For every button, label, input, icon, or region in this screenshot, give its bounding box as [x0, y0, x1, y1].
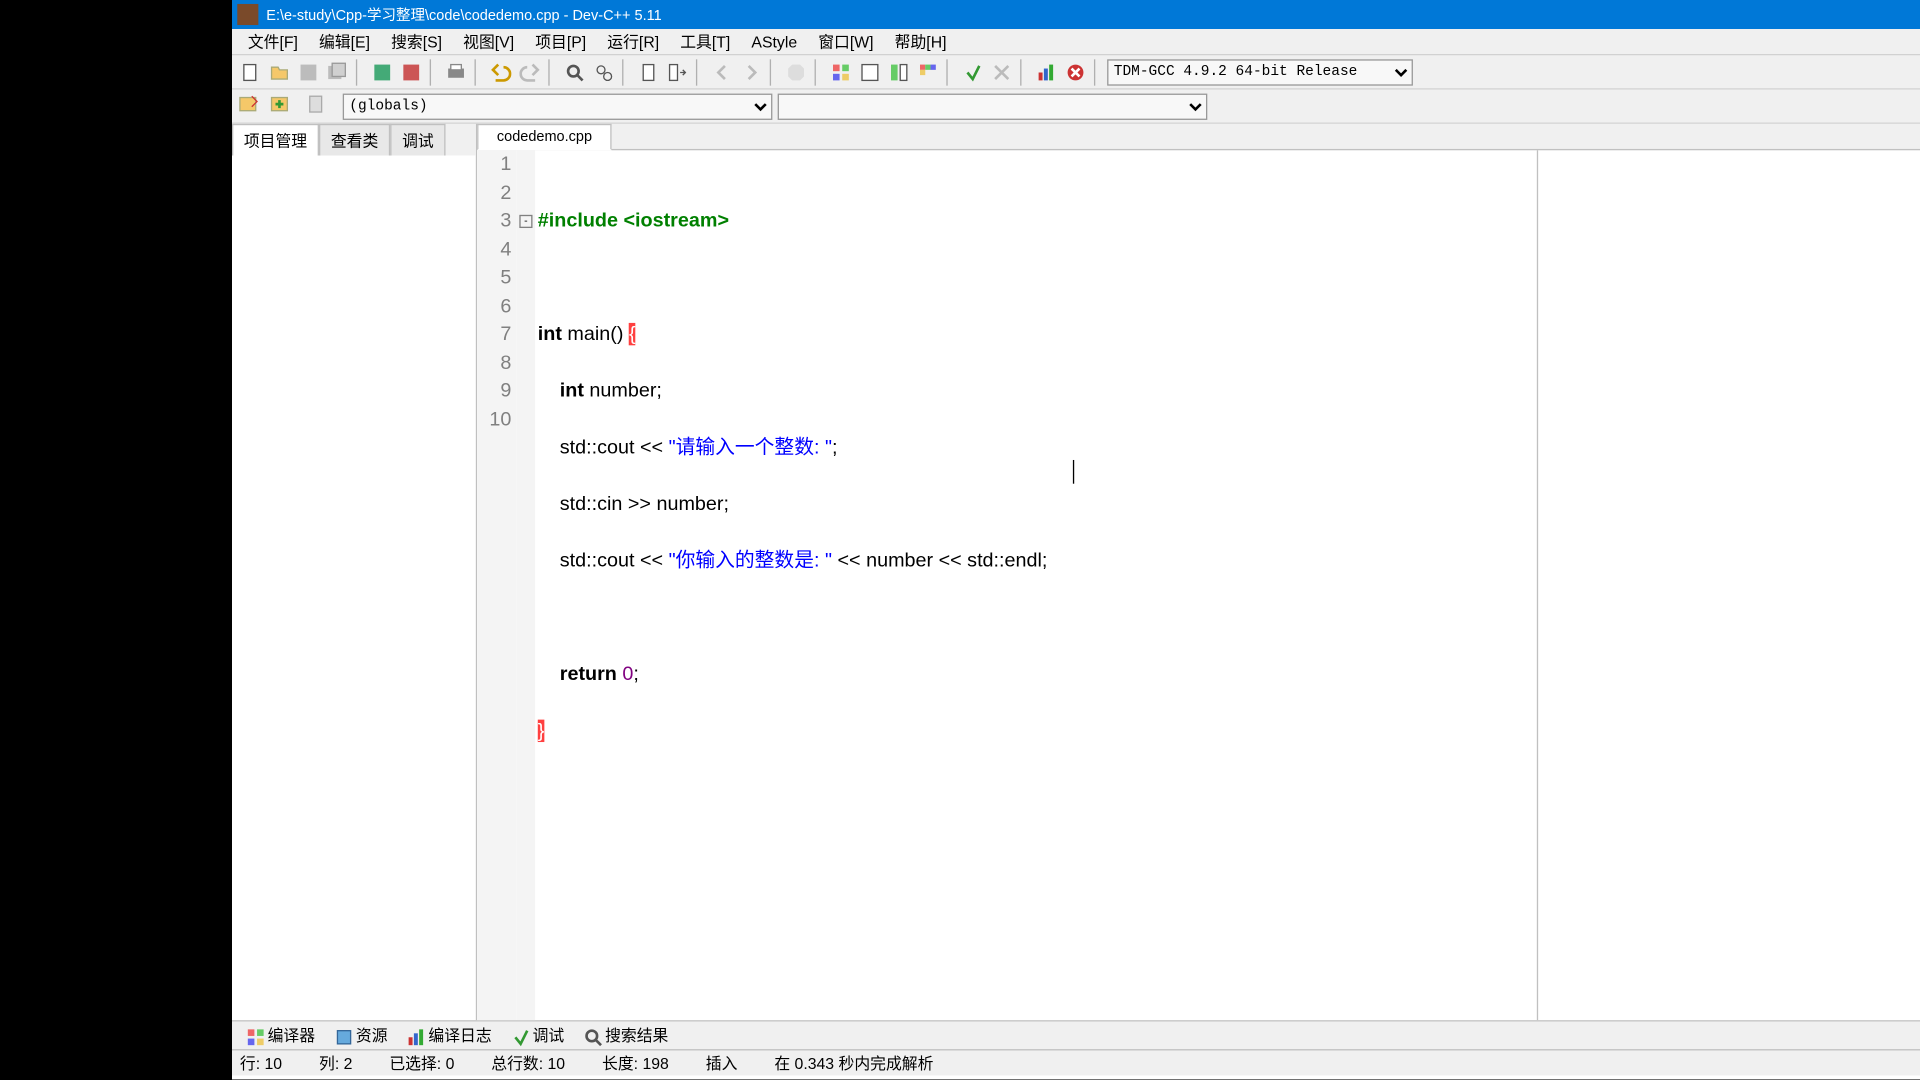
debug-icon[interactable]	[960, 59, 986, 85]
new-project-icon[interactable]	[237, 93, 263, 119]
goto-icon[interactable]	[664, 59, 690, 85]
close-file-icon[interactable]	[398, 59, 424, 85]
find-icon[interactable]	[562, 59, 588, 85]
remove-file-icon[interactable]	[306, 93, 332, 119]
bottom-tab-compiler[interactable]: 编译器	[237, 1021, 323, 1049]
print-icon[interactable]	[443, 59, 469, 85]
compile-icon[interactable]	[828, 59, 854, 85]
menu-view[interactable]: 视图[V]	[453, 28, 525, 56]
bottom-tab-search[interactable]: 搜索结果	[575, 1021, 677, 1049]
bottom-tab-debug[interactable]: 调试	[502, 1021, 572, 1049]
menu-file[interactable]: 文件[F]	[237, 28, 308, 56]
replace-icon[interactable]	[590, 59, 616, 85]
sidebar: 项目管理 查看类 调试	[232, 124, 477, 1020]
bottom-tab-compilelog[interactable]: 编译日志	[398, 1021, 500, 1049]
undo-icon[interactable]	[488, 59, 514, 85]
forward-icon[interactable]	[738, 59, 764, 85]
window-title: E:\e-study\Cpp-学习整理\code\codedemo.cpp - …	[264, 4, 1920, 25]
stop-icon[interactable]	[783, 59, 809, 85]
delete-profile-icon[interactable]	[1062, 59, 1088, 85]
save-all-icon[interactable]	[324, 59, 350, 85]
status-total: 总行数: 10	[491, 1052, 565, 1074]
editor-tab[interactable]: codedemo.cpp	[477, 124, 612, 150]
toolbar-nav: (globals)	[232, 90, 1920, 124]
bookmark-icon[interactable]	[635, 59, 661, 85]
scope-select[interactable]: (globals)	[343, 93, 773, 119]
new-file-icon[interactable]	[237, 59, 263, 85]
sidebar-tab-debug[interactable]: 调试	[390, 124, 445, 156]
profile-icon[interactable]	[1033, 59, 1059, 85]
fold-column: -	[517, 150, 535, 1020]
compiler-select[interactable]: TDM-GCC 4.9.2 64-bit Release	[1107, 59, 1413, 85]
save-as-icon[interactable]	[369, 59, 395, 85]
function-select[interactable]	[778, 93, 1208, 119]
sidebar-tab-project[interactable]: 项目管理	[232, 124, 319, 156]
status-length: 长度: 198	[602, 1052, 669, 1074]
run-icon[interactable]	[857, 59, 883, 85]
code-area[interactable]: 12345678910 - #include <iostream> int ma…	[477, 150, 1920, 1020]
menu-search[interactable]: 搜索[S]	[381, 28, 453, 56]
text-cursor	[1073, 460, 1074, 484]
app-icon	[237, 4, 258, 25]
menu-window[interactable]: 窗口[W]	[808, 28, 884, 56]
status-parse: 在 0.343 秒内完成解析	[774, 1052, 933, 1074]
stop-debug-icon[interactable]	[989, 59, 1015, 85]
menubar: 文件[F] 编辑[E] 搜索[S] 视图[V] 项目[P] 运行[R] 工具[T…	[232, 29, 1920, 55]
margin-line	[1537, 150, 1538, 1020]
sidebar-tab-classes[interactable]: 查看类	[319, 124, 390, 156]
status-col: 列: 2	[319, 1052, 352, 1074]
menu-edit[interactable]: 编辑[E]	[308, 28, 380, 56]
line-gutter: 12345678910	[477, 150, 517, 1020]
fold-toggle-icon[interactable]: -	[519, 215, 532, 228]
compile-run-icon[interactable]	[886, 59, 912, 85]
statusbar: 行: 10 列: 2 已选择: 0 总行数: 10 长度: 198 插入 在 0…	[232, 1049, 1920, 1075]
menu-astyle[interactable]: AStyle	[741, 30, 808, 54]
save-icon[interactable]	[295, 59, 321, 85]
menu-run[interactable]: 运行[R]	[597, 28, 670, 56]
editor: codedemo.cpp 12345678910 - #include <ios…	[477, 124, 1920, 1020]
status-line: 行: 10	[240, 1052, 282, 1074]
bottom-tab-resources[interactable]: 资源	[326, 1021, 396, 1049]
back-icon[interactable]	[709, 59, 735, 85]
menu-help[interactable]: 帮助[H]	[884, 28, 957, 56]
toolbar-main: TDM-GCC 4.9.2 64-bit Release	[232, 55, 1920, 89]
status-selected: 已选择: 0	[389, 1052, 454, 1074]
bottom-panel-tabs: 编译器 资源 编译日志 调试 搜索结果	[232, 1020, 1920, 1049]
add-file-icon[interactable]	[269, 93, 295, 119]
menu-project[interactable]: 项目[P]	[525, 28, 597, 56]
titlebar: E:\e-study\Cpp-学习整理\code\codedemo.cpp - …	[232, 0, 1920, 29]
redo-icon[interactable]	[517, 59, 543, 85]
rebuild-icon[interactable]	[915, 59, 941, 85]
open-file-icon[interactable]	[266, 59, 292, 85]
menu-tools[interactable]: 工具[T]	[670, 28, 741, 56]
status-mode: 插入	[706, 1052, 738, 1074]
